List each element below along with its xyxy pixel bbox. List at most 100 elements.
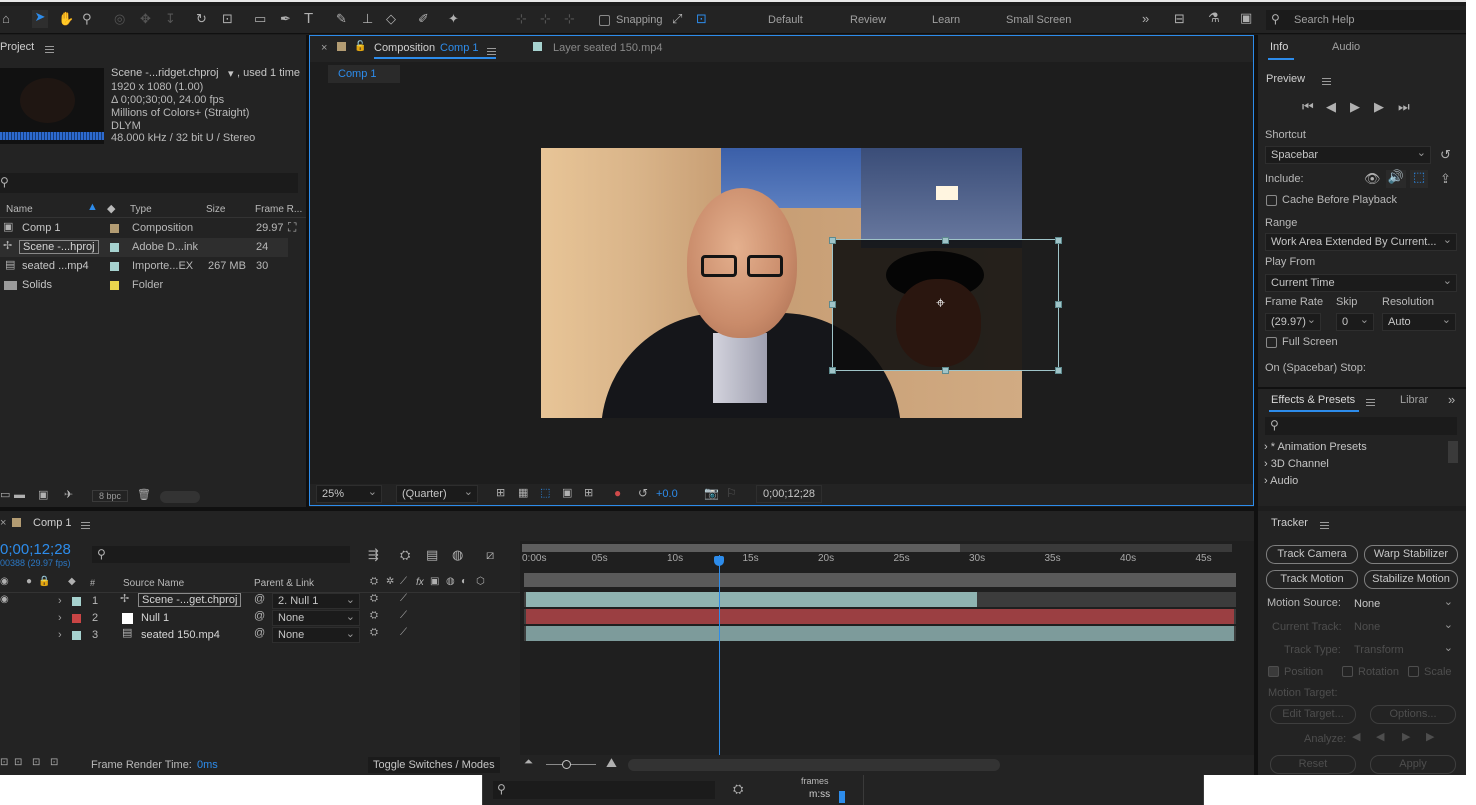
timeline-layer-row[interactable]: › 2 Null 1 @ None ⛭ ⟋ [0,610,520,627]
timeline-layer-row[interactable]: ◉ › 1 ✢ Scene -...get.chproj @ 2. Null 1… [0,593,520,610]
motion-source-dropdown[interactable]: None [1348,595,1458,613]
magnification-dropdown[interactable]: 25% [316,485,382,503]
zoom-in-icon[interactable]: ⛰ [606,756,617,769]
shortcut-dropdown[interactable]: Spacebar [1265,146,1431,164]
effects-item-audio[interactable]: › Audio [1264,475,1298,487]
reset-exposure-icon[interactable]: ↺ [638,487,648,499]
snap-edges-icon[interactable]: ⤢ [672,12,682,25]
column-name[interactable]: Name [6,204,33,215]
analyze-forward-one-icon[interactable]: ▶︎ [1426,732,1434,743]
chat-icon[interactable]: ▣ [1240,11,1252,24]
transform-handle-bottom-right[interactable] [1055,367,1062,374]
include-overlays-icon[interactable]: ⬚ [1410,170,1428,188]
expand-layer-icon[interactable]: › [58,629,62,641]
first-frame-icon[interactable]: ⏮ [1302,100,1314,113]
search-help-field[interactable]: ⚲ Search Help [1266,10,1466,30]
tab-effects-presets[interactable]: Effects & Presets [1271,394,1355,406]
work-area-bar[interactable] [524,573,1236,587]
home-icon[interactable]: ⌂ [2,12,10,25]
toggle-switches-modes-button[interactable]: Toggle Switches / Modes [368,757,500,773]
project-item-comp[interactable]: ▣ Comp 1 Composition 29.97 ⛶ [0,219,306,238]
tab-libraries[interactable]: Librar [1400,394,1428,406]
work-area-range[interactable] [522,544,960,552]
skip-dropdown[interactable]: 0 [1336,313,1374,331]
tab-audio[interactable]: Audio [1332,41,1360,53]
layer-name[interactable]: Scene -...get.chproj [138,593,242,607]
timeline-layer-row[interactable]: › 3 ▤ seated 150.mp4 @ None ⛭ ⟋ [0,627,520,644]
snapshot-icon[interactable]: 📷 [704,487,719,499]
sync-settings-icon[interactable]: ⊟ [1174,12,1185,25]
rotate-tool-icon[interactable]: ↻ [196,12,207,25]
time-ruler[interactable]: 0:00s 05s 10s 15s 20s 25s 30s 35s 40s 45s [520,553,1254,571]
scale-checkbox[interactable] [1408,666,1419,677]
column-parent-link[interactable]: Parent & Link [254,578,314,589]
label-color-swatch[interactable] [110,224,119,233]
reset-button[interactable]: Reset [1270,755,1356,774]
analyze-backward-icon[interactable]: ◀ [1376,732,1384,743]
rotation-checkbox[interactable] [1342,666,1353,677]
include-video-icon[interactable]: 👁 [1364,172,1381,185]
workspace-default[interactable]: Default [768,14,803,26]
delete-icon[interactable]: 🗑 [137,490,151,501]
project-search-input[interactable]: ⚲ [0,173,298,193]
timeline-scrollbar[interactable] [628,759,1000,771]
zoom-slider-track[interactable] [546,764,596,765]
draft-3d-icon[interactable]: ⛭ [733,782,743,795]
interpret-footage-icon[interactable]: ▭ [0,490,10,501]
adjust-settings-icon[interactable]: ✈ [64,490,73,501]
transform-handle-bottom[interactable] [942,367,949,374]
labs-icon[interactable]: ⚗ [1208,11,1220,24]
column-source-name[interactable]: Source Name [123,578,184,589]
new-folder-icon[interactable]: ▬ [14,490,25,501]
snap-features-icon[interactable]: ⊡ [696,12,707,25]
last-frame-icon[interactable]: ⏭ [1398,100,1410,113]
transform-handle-top-left[interactable] [829,237,836,244]
dolly-tool-icon[interactable]: ↧ [165,12,176,25]
effects-item-animation-presets[interactable]: › * Animation Presets [1264,441,1367,453]
panel-divider[interactable] [0,507,1254,511]
resolution-dropdown[interactable]: (Quarter) [396,485,478,503]
orbit-tool-icon[interactable]: ◎ [114,12,125,25]
project-panel-title[interactable]: Project [0,41,34,53]
label-color-swatch[interactable] [110,281,119,290]
channels-icon[interactable]: ● [614,487,621,499]
stabilize-motion-button[interactable]: Stabilize Motion [1364,570,1458,589]
anchor-tool-icon[interactable]: ⊡ [222,12,233,25]
current-time-display[interactable]: 0;00;12;28 [756,485,822,503]
layer-label-swatch[interactable] [72,631,81,640]
export-icon[interactable]: ⇪ [1440,172,1451,185]
current-track-dropdown[interactable]: None [1348,618,1458,636]
effects-scrollbar[interactable] [1448,441,1458,463]
quality-switch-icon[interactable]: ⟋ [400,594,407,604]
parent-dropdown[interactable]: 2. Null 1 [272,593,360,609]
quality-switch-icon[interactable]: ⟋ [400,628,407,638]
warp-stabilizer-button[interactable]: Warp Stabilizer [1364,545,1458,564]
bit-depth-button[interactable]: 8 bpc [92,490,129,502]
transform-handle-top[interactable] [942,237,949,244]
column-frame-rate[interactable]: Frame R... [255,204,302,215]
draft-3d-icon[interactable]: ⛭ [400,548,410,561]
edit-target-button[interactable]: Edit Target... [1270,705,1356,724]
play-from-dropdown[interactable]: Current Time [1265,274,1457,292]
pick-whip-icon[interactable]: @ [254,628,265,639]
range-dropdown[interactable]: Work Area Extended By Current... [1265,233,1457,251]
preview-menu-icon[interactable] [1322,78,1331,85]
fast-preview-icon[interactable]: ⊞ [496,488,505,499]
layer-transform-box[interactable] [832,239,1059,371]
selected-item-dropdown-icon[interactable]: ▾ [228,67,234,80]
layer-name[interactable]: Null 1 [141,612,169,624]
mini-playhead[interactable] [839,791,845,803]
timeline-tab[interactable]: Comp 1 [33,517,72,529]
clone-stamp-tool-icon[interactable]: ⊥ [362,12,373,25]
zoom-out-icon[interactable]: ⏶ [524,757,533,768]
thumbnail-size-slider[interactable] [160,491,200,503]
transform-handle-top-right[interactable] [1055,237,1062,244]
track-type-dropdown[interactable]: Transform [1348,641,1458,659]
close-tab-icon[interactable]: × [321,42,327,54]
label-tag-icon[interactable]: ◆ [107,202,115,215]
panel-divider[interactable] [1254,35,1258,775]
panel-divider[interactable] [1258,387,1466,389]
shy-switch-icon[interactable]: ⛭ [370,628,378,638]
viewer-menu-icon[interactable] [487,48,496,55]
apply-button[interactable]: Apply [1370,755,1456,774]
